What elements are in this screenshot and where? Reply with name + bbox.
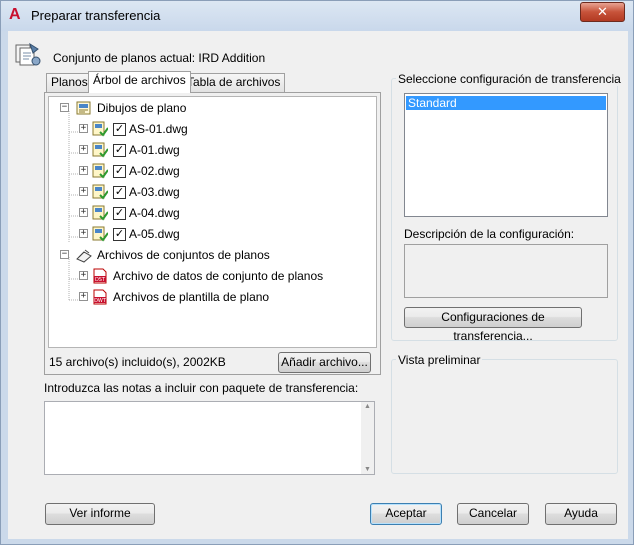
scroll-up-icon[interactable]: ▲ [364,403,371,410]
include-checkbox[interactable]: ✓ [113,186,126,199]
sheetset-files-icon [76,249,92,263]
dwg-sheet-icon [92,121,108,137]
close-button[interactable]: ✕ [580,2,625,22]
tree-item-dst[interactable]: + DST Archivo de datos de conjunto de pl… [49,267,369,285]
add-file-button[interactable]: Añadir archivo... [278,352,371,373]
file-tree-panel: − Dibujos de plano + ✓ AS-01.dwg + ✓ A-0… [44,92,381,375]
dialog-client-area: Conjunto de planos actual: IRD Addition … [8,31,628,539]
tree-item-label: A-04.dwg [129,206,180,220]
notes-textarea[interactable]: ▲ ▼ [44,401,375,475]
setup-description-box [404,244,608,298]
tree-item-file[interactable]: + ✓ A-01.dwg [49,141,369,159]
tree-item-file[interactable]: + ✓ A-05.dwg [49,225,369,243]
preview-group [391,359,618,474]
expand-toggle[interactable]: + [79,208,88,217]
view-report-button-label: Ver informe [69,506,131,520]
dialog-window: A Preparar transferencia ✕ Conjunto de p… [0,0,634,545]
expand-toggle[interactable]: + [79,124,88,133]
tree-item-label: A-01.dwg [129,143,180,157]
transfer-setups-button[interactable]: Configuraciones de transferencia... [404,307,582,343]
tree-item-file[interactable]: + ✓ A-04.dwg [49,204,369,222]
view-report-button[interactable]: Ver informe [45,503,155,525]
dwg-sheet-icon [92,205,108,221]
autocad-app-icon: A [9,6,21,23]
collapse-toggle[interactable]: − [60,250,69,259]
tab-file-tree[interactable]: Árbol de archivos [88,71,191,93]
dwg-sheet-icon [92,142,108,158]
preview-title: Vista preliminar [396,353,483,367]
expand-toggle[interactable]: + [79,271,88,280]
sheetset-icon [15,42,41,66]
expand-toggle[interactable]: + [79,229,88,238]
tree-item-label: A-02.dwg [129,164,180,178]
title-bar[interactable]: A Preparar transferencia ✕ [1,1,633,31]
collapse-toggle[interactable]: − [60,103,69,112]
help-button-label: Ayuda [564,506,598,520]
files-count-label: 15 archivo(s) incluido(s), 2002KB [49,355,226,369]
include-checkbox[interactable]: ✓ [113,207,126,220]
current-sheetset-label: Conjunto de planos actual: IRD Addition [53,51,266,65]
tab-label: Tabla de archivos [187,75,281,89]
ok-button-label: Aceptar [385,506,427,520]
tree-group-label: Archivos de conjuntos de planos [97,248,270,262]
help-button[interactable]: Ayuda [545,503,617,525]
tab-file-table[interactable]: Tabla de archivos [182,73,286,92]
setup-description-label: Descripción de la configuración: [404,227,575,241]
include-checkbox[interactable]: ✓ [113,123,126,136]
include-checkbox[interactable]: ✓ [113,165,126,178]
transfer-setup-option-selected[interactable]: Standard [406,96,606,110]
dst-badge: DST [95,277,106,283]
expand-toggle[interactable]: + [79,187,88,196]
expand-toggle[interactable]: + [79,292,88,301]
cancel-button-label: Cancelar [468,506,518,520]
include-checkbox[interactable]: ✓ [113,144,126,157]
tree-item-label: AS-01.dwg [129,122,188,136]
notes-scrollbar[interactable]: ▲ ▼ [361,402,374,474]
tree-item-label: A-05.dwg [129,227,180,241]
cancel-button[interactable]: Cancelar [457,503,529,525]
scroll-down-icon[interactable]: ▼ [364,466,371,473]
dwg-sheet-icon [92,163,108,179]
tree-item-file[interactable]: + ✓ A-02.dwg [49,162,369,180]
transfer-setups-button-label: Configuraciones de transferencia... [441,310,545,343]
tree-item-label: A-03.dwg [129,185,180,199]
tree-item-dwt[interactable]: + DWT Archivos de plantilla de plano [49,288,369,306]
expand-toggle[interactable]: + [79,145,88,154]
add-file-button-label: Añadir archivo... [281,355,368,369]
file-tree[interactable]: − Dibujos de plano + ✓ AS-01.dwg + ✓ A-0… [48,96,377,348]
sheet-drawings-icon [76,101,91,115]
tree-item-file[interactable]: + ✓ AS-01.dwg [49,120,369,138]
tree-group-sheetset-files[interactable]: − Archivos de conjuntos de planos [49,246,369,264]
tree-item-file[interactable]: + ✓ A-03.dwg [49,183,369,201]
dwt-badge: DWT [94,298,107,304]
tab-label: Árbol de archivos [93,73,186,87]
transfer-setup-title: Seleccione configuración de transferenci… [396,72,623,86]
dwg-sheet-icon [92,184,108,200]
ok-button[interactable]: Aceptar [370,503,442,525]
notes-label: Introduzca las notas a incluir con paque… [44,381,359,395]
dwt-file-icon: DWT [93,289,107,305]
tree-item-label: Archivos de plantilla de plano [113,290,270,304]
tab-label: Planos [51,75,88,89]
dwg-sheet-icon [92,226,108,242]
tree-group-label: Dibujos de plano [97,101,187,115]
window-title: Preparar transferencia [31,8,161,23]
dst-file-icon: DST [93,268,107,284]
include-checkbox[interactable]: ✓ [113,228,126,241]
tree-group-sheet-drawings[interactable]: − Dibujos de plano [49,99,369,117]
tree-item-label: Archivo de datos de conjunto de planos [113,269,324,283]
expand-toggle[interactable]: + [79,166,88,175]
transfer-setup-list[interactable]: Standard [404,93,608,217]
tab-planos[interactable]: Planos [46,73,93,92]
